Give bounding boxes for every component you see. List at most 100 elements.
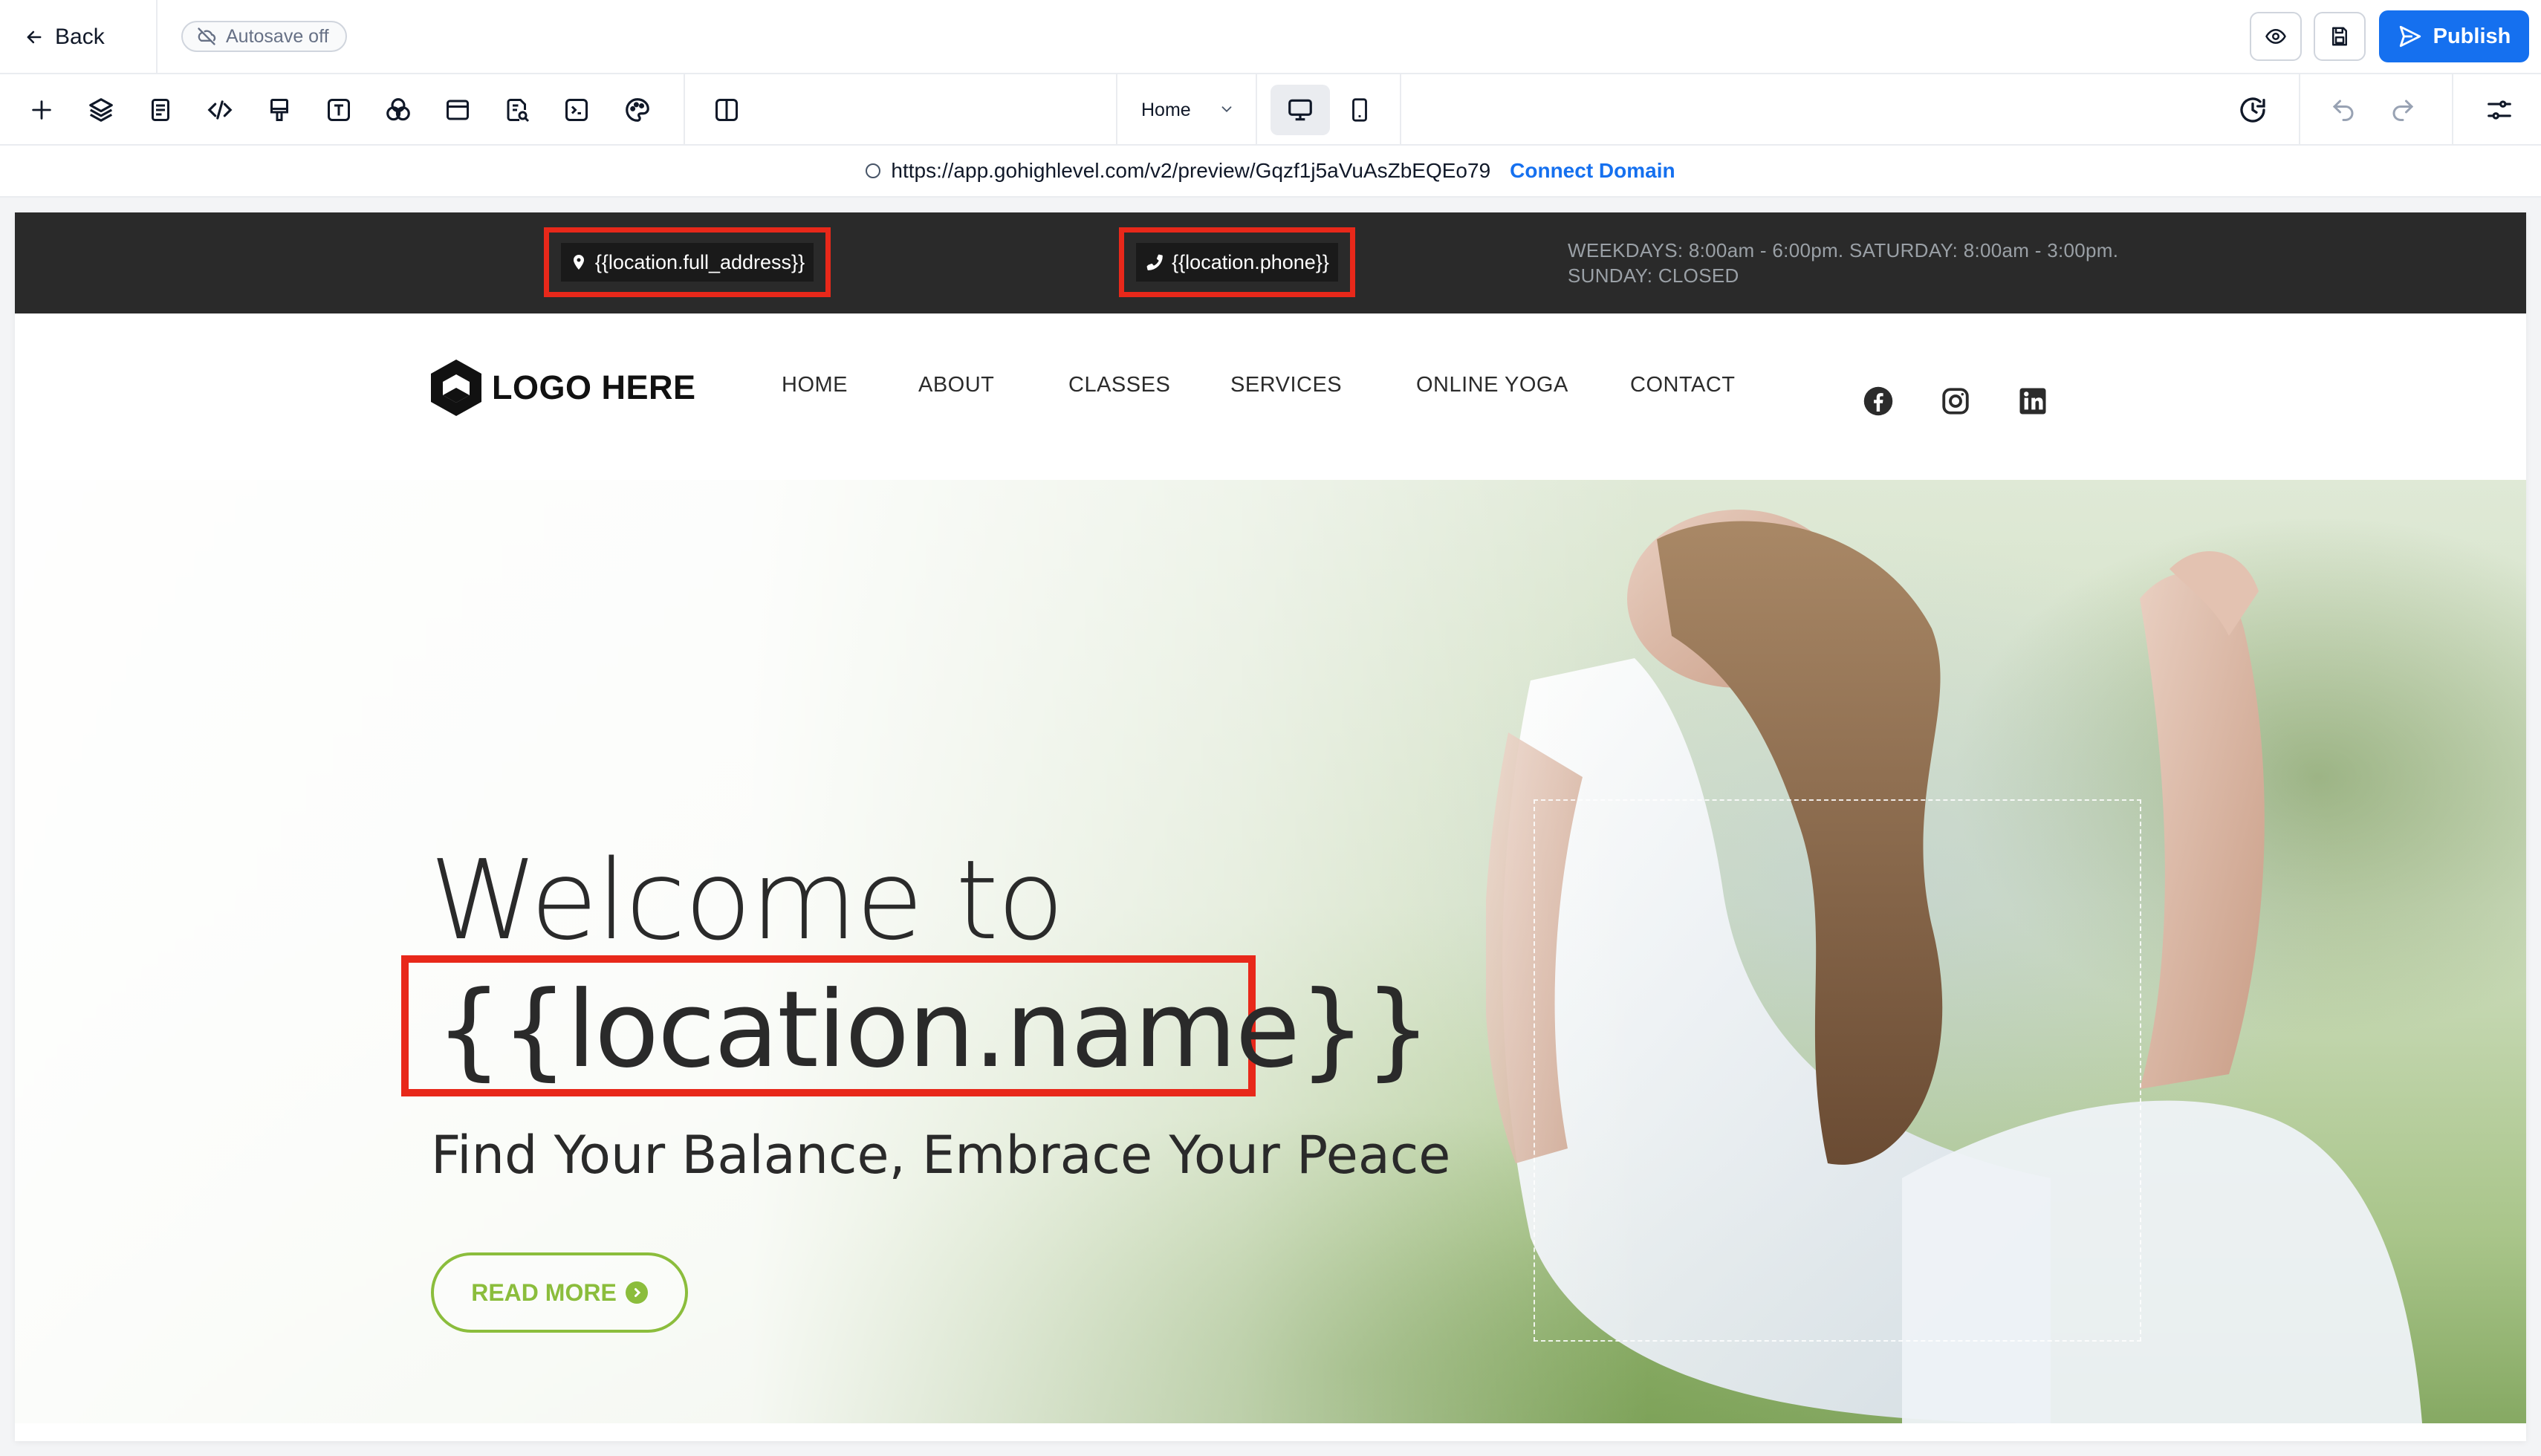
- mobile-icon: [1352, 98, 1367, 122]
- desktop-icon: [1288, 99, 1312, 121]
- hero-location-name[interactable]: {{location.name}}: [435, 969, 1432, 1091]
- divider: [156, 0, 158, 74]
- save-icon: [2332, 27, 2347, 46]
- settings-button[interactable]: [2479, 89, 2520, 131]
- browser-icon: [447, 100, 469, 120]
- undo-icon: [2332, 100, 2354, 121]
- eye-icon: [2265, 28, 2286, 45]
- facebook-link[interactable]: [1862, 385, 1895, 417]
- hero-tagline[interactable]: Find Your Balance, Embrace Your Peace: [431, 1125, 1450, 1186]
- split-view-button[interactable]: [706, 89, 747, 131]
- code-icon: [207, 100, 233, 120]
- read-more-button[interactable]: READ MORE: [431, 1252, 688, 1333]
- editor-toolbar: Home: [0, 74, 2541, 146]
- divider: [684, 74, 685, 146]
- address-highlight: {{location.full_address}}: [544, 227, 831, 297]
- site-info-bar: {{location.full_address}} {{location.pho…: [15, 212, 2526, 313]
- palette-icon: [626, 98, 649, 122]
- hours-line-2: SUNDAY: CLOSED: [1568, 264, 1739, 287]
- pages-button[interactable]: [140, 89, 181, 131]
- circles-icon: [386, 98, 410, 121]
- address-chip[interactable]: {{location.full_address}}: [560, 243, 814, 282]
- divider: [1400, 74, 1401, 146]
- hours-line-1: WEEKDAYS: 8:00am - 6:00pm. SATURDAY: 8:0…: [1568, 239, 2119, 261]
- element-selection-outline: [1534, 799, 2141, 1342]
- linkedin-link[interactable]: [2016, 385, 2049, 417]
- page-icon: [152, 99, 169, 121]
- page-selector-value: Home: [1141, 99, 1191, 120]
- read-more-label: READ MORE: [471, 1278, 617, 1306]
- split-view-icon: [715, 99, 738, 121]
- nav-home[interactable]: HOME: [782, 373, 848, 397]
- arrow-left-icon: [27, 30, 42, 44]
- instagram-link[interactable]: [1939, 385, 1972, 417]
- logo-text: LOGO HERE: [492, 368, 696, 406]
- phone-chip[interactable]: {{location.phone}}: [1136, 243, 1338, 282]
- history-icon: [2240, 97, 2265, 123]
- page-selector[interactable]: Home: [1116, 74, 1257, 146]
- address-text: {{location.full_address}}: [594, 250, 805, 273]
- top-bar: Back Autosave off Publish: [0, 0, 2541, 74]
- nav-services[interactable]: SERVICES: [1230, 373, 1342, 397]
- divider: [2299, 74, 2300, 146]
- layers-button[interactable]: [80, 89, 122, 131]
- publish-button[interactable]: Publish: [2379, 10, 2529, 62]
- layers-icon: [89, 98, 113, 122]
- preview-button[interactable]: [2250, 12, 2302, 61]
- plus-icon: [32, 100, 51, 120]
- save-button[interactable]: [2314, 12, 2366, 61]
- desktop-view-button[interactable]: [1270, 85, 1330, 135]
- connect-domain-link[interactable]: Connect Domain: [1510, 159, 1675, 183]
- globe-icon: [866, 163, 881, 178]
- preview-url[interactable]: https://app.gohighlevel.com/v2/preview/G…: [891, 159, 1490, 183]
- site-logo[interactable]: LOGO HERE: [428, 358, 696, 417]
- back-button[interactable]: Back: [24, 19, 105, 55]
- search-doc-icon: [507, 99, 530, 123]
- publish-label: Publish: [2433, 24, 2511, 48]
- hero-welcome-heading[interactable]: Welcome to: [429, 836, 1065, 964]
- redo-icon: [2392, 100, 2414, 121]
- tracking-code-button[interactable]: [556, 89, 597, 131]
- cloud-off-icon: [198, 27, 216, 45]
- redo-button[interactable]: [2382, 89, 2424, 131]
- site-nav: LOGO HERE HOME ABOUT CLASSES SERVICES ON…: [15, 313, 2526, 480]
- nav-about[interactable]: ABOUT: [918, 373, 994, 397]
- chevron-right-circle-icon: [625, 1281, 648, 1304]
- send-icon: [2399, 25, 2421, 48]
- nav-contact[interactable]: CONTACT: [1630, 373, 1736, 397]
- sections-button[interactable]: [437, 89, 478, 131]
- paint-icon: [270, 99, 288, 121]
- instagram-icon: [1942, 388, 1969, 415]
- code-button[interactable]: [199, 89, 241, 131]
- phone-icon: [1146, 254, 1163, 270]
- autosave-toggle[interactable]: Autosave off: [181, 21, 347, 52]
- nav-online-yoga[interactable]: ONLINE YOGA: [1416, 373, 1568, 397]
- sliders-icon: [2488, 100, 2511, 120]
- seo-button[interactable]: [496, 89, 538, 131]
- hero-section: Welcome to {{location.name}} Find Your B…: [15, 480, 2526, 1423]
- linkedin-icon: [2019, 388, 2046, 415]
- preview-url-bar: https://app.gohighlevel.com/v2/preview/G…: [0, 146, 2541, 198]
- divider: [2452, 74, 2453, 146]
- terminal-icon: [565, 99, 588, 121]
- phone-text: {{location.phone}}: [1172, 250, 1329, 273]
- add-element-button[interactable]: [21, 89, 62, 131]
- undo-button[interactable]: [2323, 89, 2364, 131]
- business-hours: WEEKDAYS: 8:00am - 6:00pm. SATURDAY: 8:0…: [1568, 238, 2118, 288]
- hexagon-logo-icon: [431, 360, 481, 416]
- back-label: Back: [55, 25, 105, 49]
- nav-classes[interactable]: CLASSES: [1068, 373, 1170, 397]
- history-button[interactable]: [2232, 89, 2274, 131]
- typography-button[interactable]: [318, 89, 360, 131]
- text-icon: [328, 99, 350, 121]
- mobile-view-button[interactable]: [1330, 85, 1389, 135]
- facebook-icon: [1863, 386, 1893, 416]
- chevron-down-icon: [1221, 106, 1232, 113]
- page-canvas: {{location.full_address}} {{location.pho…: [15, 212, 2526, 1441]
- autosave-label: Autosave off: [226, 25, 329, 47]
- colors-button[interactable]: [377, 89, 419, 131]
- map-pin-icon: [573, 255, 584, 270]
- phone-highlight: {{location.phone}}: [1119, 227, 1355, 297]
- theme-button[interactable]: [617, 89, 658, 131]
- styles-button[interactable]: [259, 89, 300, 131]
